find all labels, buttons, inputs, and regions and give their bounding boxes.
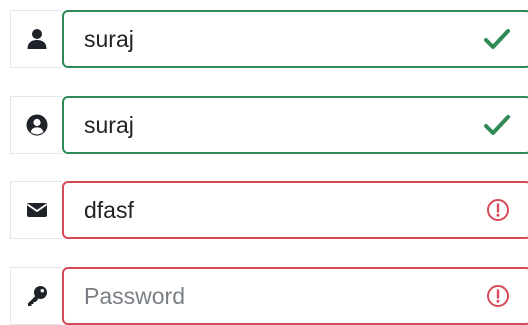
display-name-input[interactable] bbox=[64, 105, 464, 145]
email-addon bbox=[10, 181, 62, 239]
email-input-wrapper bbox=[62, 181, 528, 239]
username-addon bbox=[10, 10, 62, 68]
envelope-icon bbox=[26, 201, 48, 219]
password-addon bbox=[10, 267, 62, 325]
display-name-addon bbox=[10, 96, 62, 154]
username-input-wrapper bbox=[62, 10, 528, 68]
password-input[interactable] bbox=[64, 276, 464, 316]
display-name-input-wrapper bbox=[62, 96, 528, 154]
exclamation-circle-icon bbox=[486, 284, 510, 308]
email-input[interactable] bbox=[64, 190, 464, 230]
user-icon bbox=[26, 28, 48, 50]
key-icon bbox=[26, 285, 48, 307]
user-circle-icon bbox=[26, 114, 48, 136]
password-input-wrapper bbox=[62, 267, 528, 325]
check-icon bbox=[484, 28, 510, 50]
exclamation-circle-icon bbox=[486, 198, 510, 222]
check-icon bbox=[484, 114, 510, 136]
username-input[interactable] bbox=[64, 19, 464, 59]
